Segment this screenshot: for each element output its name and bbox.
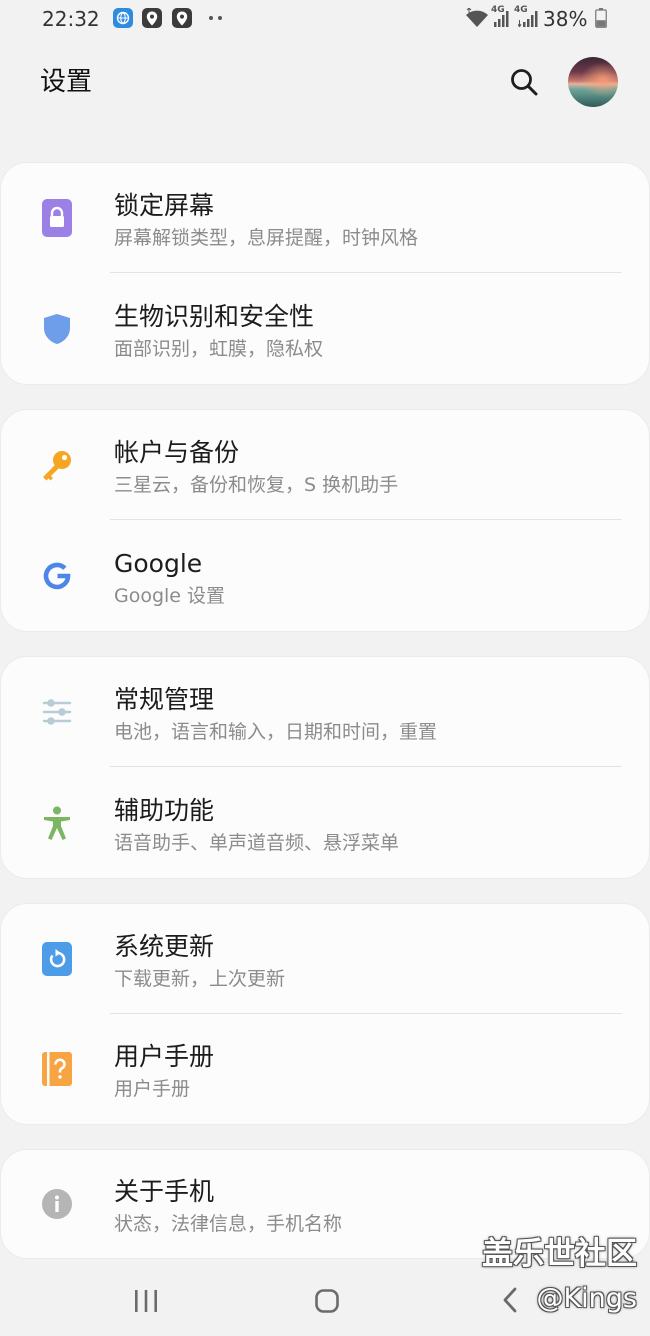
item-title: 生物识别和安全性: [114, 301, 315, 331]
watermark-community: 盖乐世社区: [482, 1236, 637, 1272]
settings-item-google[interactable]: Google Google 设置: [1, 520, 649, 631]
settings-item-user-manual[interactable]: 用户手册 用户手册: [1, 1014, 649, 1124]
status-bar: 22:32 4G 4G 38%: [0, 0, 650, 40]
settings-item-accessibility[interactable]: 辅助功能 语音助手、单声道音频、悬浮菜单: [1, 767, 649, 878]
google-icon: [1, 520, 113, 631]
battery-icon: [595, 8, 607, 28]
recent-apps-icon[interactable]: [134, 1289, 158, 1313]
lock-icon: [1, 163, 113, 273]
item-subtitle: 下载更新，上次更新: [114, 968, 286, 990]
signal-icon: [518, 11, 538, 27]
info-icon: [1, 1150, 113, 1258]
status-time: 22:32: [42, 7, 100, 31]
watermark-author: @Kings: [536, 1283, 637, 1314]
accessibility-icon: [1, 767, 113, 878]
item-subtitle: 屏幕解锁类型，息屏提醒，时钟风格: [114, 227, 419, 249]
item-title: 系统更新: [114, 932, 215, 961]
item-subtitle: 用户手册: [114, 1078, 191, 1100]
item-title: 帐户与备份: [114, 438, 240, 467]
item-subtitle: 三星云，备份和恢复，S 换机助手: [114, 474, 399, 496]
page-title: 设置: [40, 67, 93, 97]
item-title: 用户手册: [114, 1042, 215, 1071]
more-dots-icon: [209, 16, 223, 20]
settings-item-biometrics[interactable]: 生物识别和安全性 面部识别，虹膜，隐私权: [1, 273, 649, 384]
settings-group-1: 锁定屏幕 屏幕解锁类型，息屏提醒，时钟风格 生物识别和安全性 面部识别，虹膜，隐…: [1, 163, 649, 384]
item-subtitle: 面部识别，虹膜，隐私权: [114, 337, 324, 360]
settings-item-software-update[interactable]: 系统更新 下载更新，上次更新: [1, 904, 649, 1014]
signal-icon: [494, 11, 509, 27]
home-icon[interactable]: [315, 1289, 339, 1313]
settings-group-2: 帐户与备份 三星云，备份和恢复，S 换机助手 Google Google 设置: [1, 410, 649, 631]
settings-item-lock-screen[interactable]: 锁定屏幕 屏幕解锁类型，息屏提醒，时钟风格: [1, 163, 649, 273]
wifi-icon: [466, 8, 488, 27]
item-subtitle: 语音助手、单声道音频、悬浮菜单: [114, 831, 400, 854]
battery-percent: 38%: [543, 7, 588, 31]
settings-item-general-management[interactable]: 常规管理 电池，语言和输入，日期和时间，重置: [1, 657, 649, 767]
item-title: 常规管理: [114, 685, 215, 714]
item-title: Google: [114, 548, 203, 578]
item-subtitle: 电池，语言和输入，日期和时间，重置: [114, 721, 438, 743]
item-subtitle: 状态，法律信息，手机名称: [114, 1213, 343, 1235]
update-icon: [1, 904, 113, 1014]
settings-item-accounts-backup[interactable]: 帐户与备份 三星云，备份和恢复，S 换机助手: [1, 410, 649, 520]
item-title: 锁定屏幕: [114, 191, 215, 220]
back-icon[interactable]: [501, 1287, 519, 1313]
item-title: 关于手机: [114, 1177, 215, 1206]
settings-group-3: 常规管理 电池，语言和输入，日期和时间，重置 辅助功能 语音助手、单声道音频、悬…: [1, 657, 649, 878]
item-title: 辅助功能: [114, 795, 215, 825]
sliders-icon: [1, 657, 113, 767]
settings-group-4: 系统更新 下载更新，上次更新 用户手册 用户手册: [1, 904, 649, 1124]
search-icon[interactable]: [509, 67, 539, 97]
location-pin-icon: [172, 8, 192, 28]
key-icon: [1, 410, 113, 520]
item-subtitle: Google 设置: [114, 584, 226, 607]
location-pin-icon: [142, 8, 162, 28]
shield-icon: [1, 273, 113, 384]
browser-icon: [113, 8, 133, 28]
avatar[interactable]: [568, 57, 618, 107]
manual-icon: [1, 1014, 113, 1124]
